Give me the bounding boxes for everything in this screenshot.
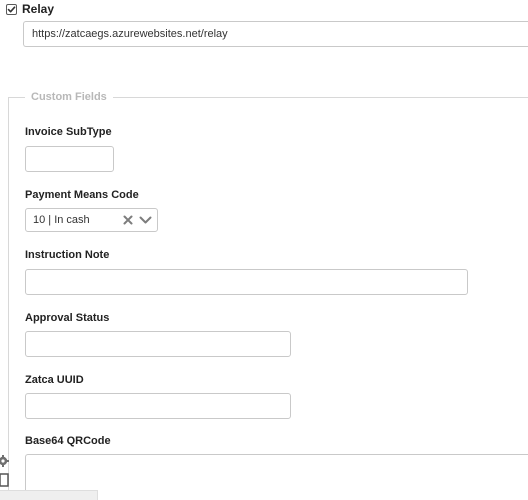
zatca-uuid-input[interactable]: [25, 393, 291, 419]
relay-url-input[interactable]: https://zatcaegs.azurewebsites.net/relay: [23, 21, 528, 47]
zatca-settings-page: Relay https://zatcaegs.azurewebsites.net…: [0, 0, 528, 500]
chevron-down-icon[interactable]: [139, 215, 152, 225]
payment-means-code-select[interactable]: 10 | In cash: [25, 208, 158, 232]
invoice-subtype-input[interactable]: [25, 146, 114, 172]
base64-qrcode-textarea[interactable]: [25, 454, 528, 500]
document-icon[interactable]: [0, 473, 9, 487]
close-icon[interactable]: [123, 215, 133, 225]
invoice-subtype-label: Invoice SubType: [25, 126, 112, 138]
gear-icon[interactable]: [0, 455, 9, 467]
relay-label: Relay: [22, 2, 55, 16]
base64-qrcode-label: Base64 QRCode: [25, 435, 111, 447]
checkmark-icon: [7, 5, 16, 12]
payment-means-code-label: Payment Means Code: [25, 189, 139, 201]
payment-means-code-value: 10 | In cash: [33, 214, 90, 226]
instruction-note-input[interactable]: [25, 269, 468, 295]
custom-fields-legend: Custom Fields: [25, 91, 113, 104]
approval-status-input[interactable]: [25, 331, 291, 357]
bottom-tooltip: [0, 490, 98, 500]
relay-row: Relay: [6, 2, 54, 16]
instruction-note-label: Instruction Note: [25, 249, 110, 261]
approval-status-label: Approval Status: [25, 312, 110, 324]
relay-checkbox[interactable]: [6, 3, 17, 15]
zatca-uuid-label: Zatca UUID: [25, 374, 84, 386]
